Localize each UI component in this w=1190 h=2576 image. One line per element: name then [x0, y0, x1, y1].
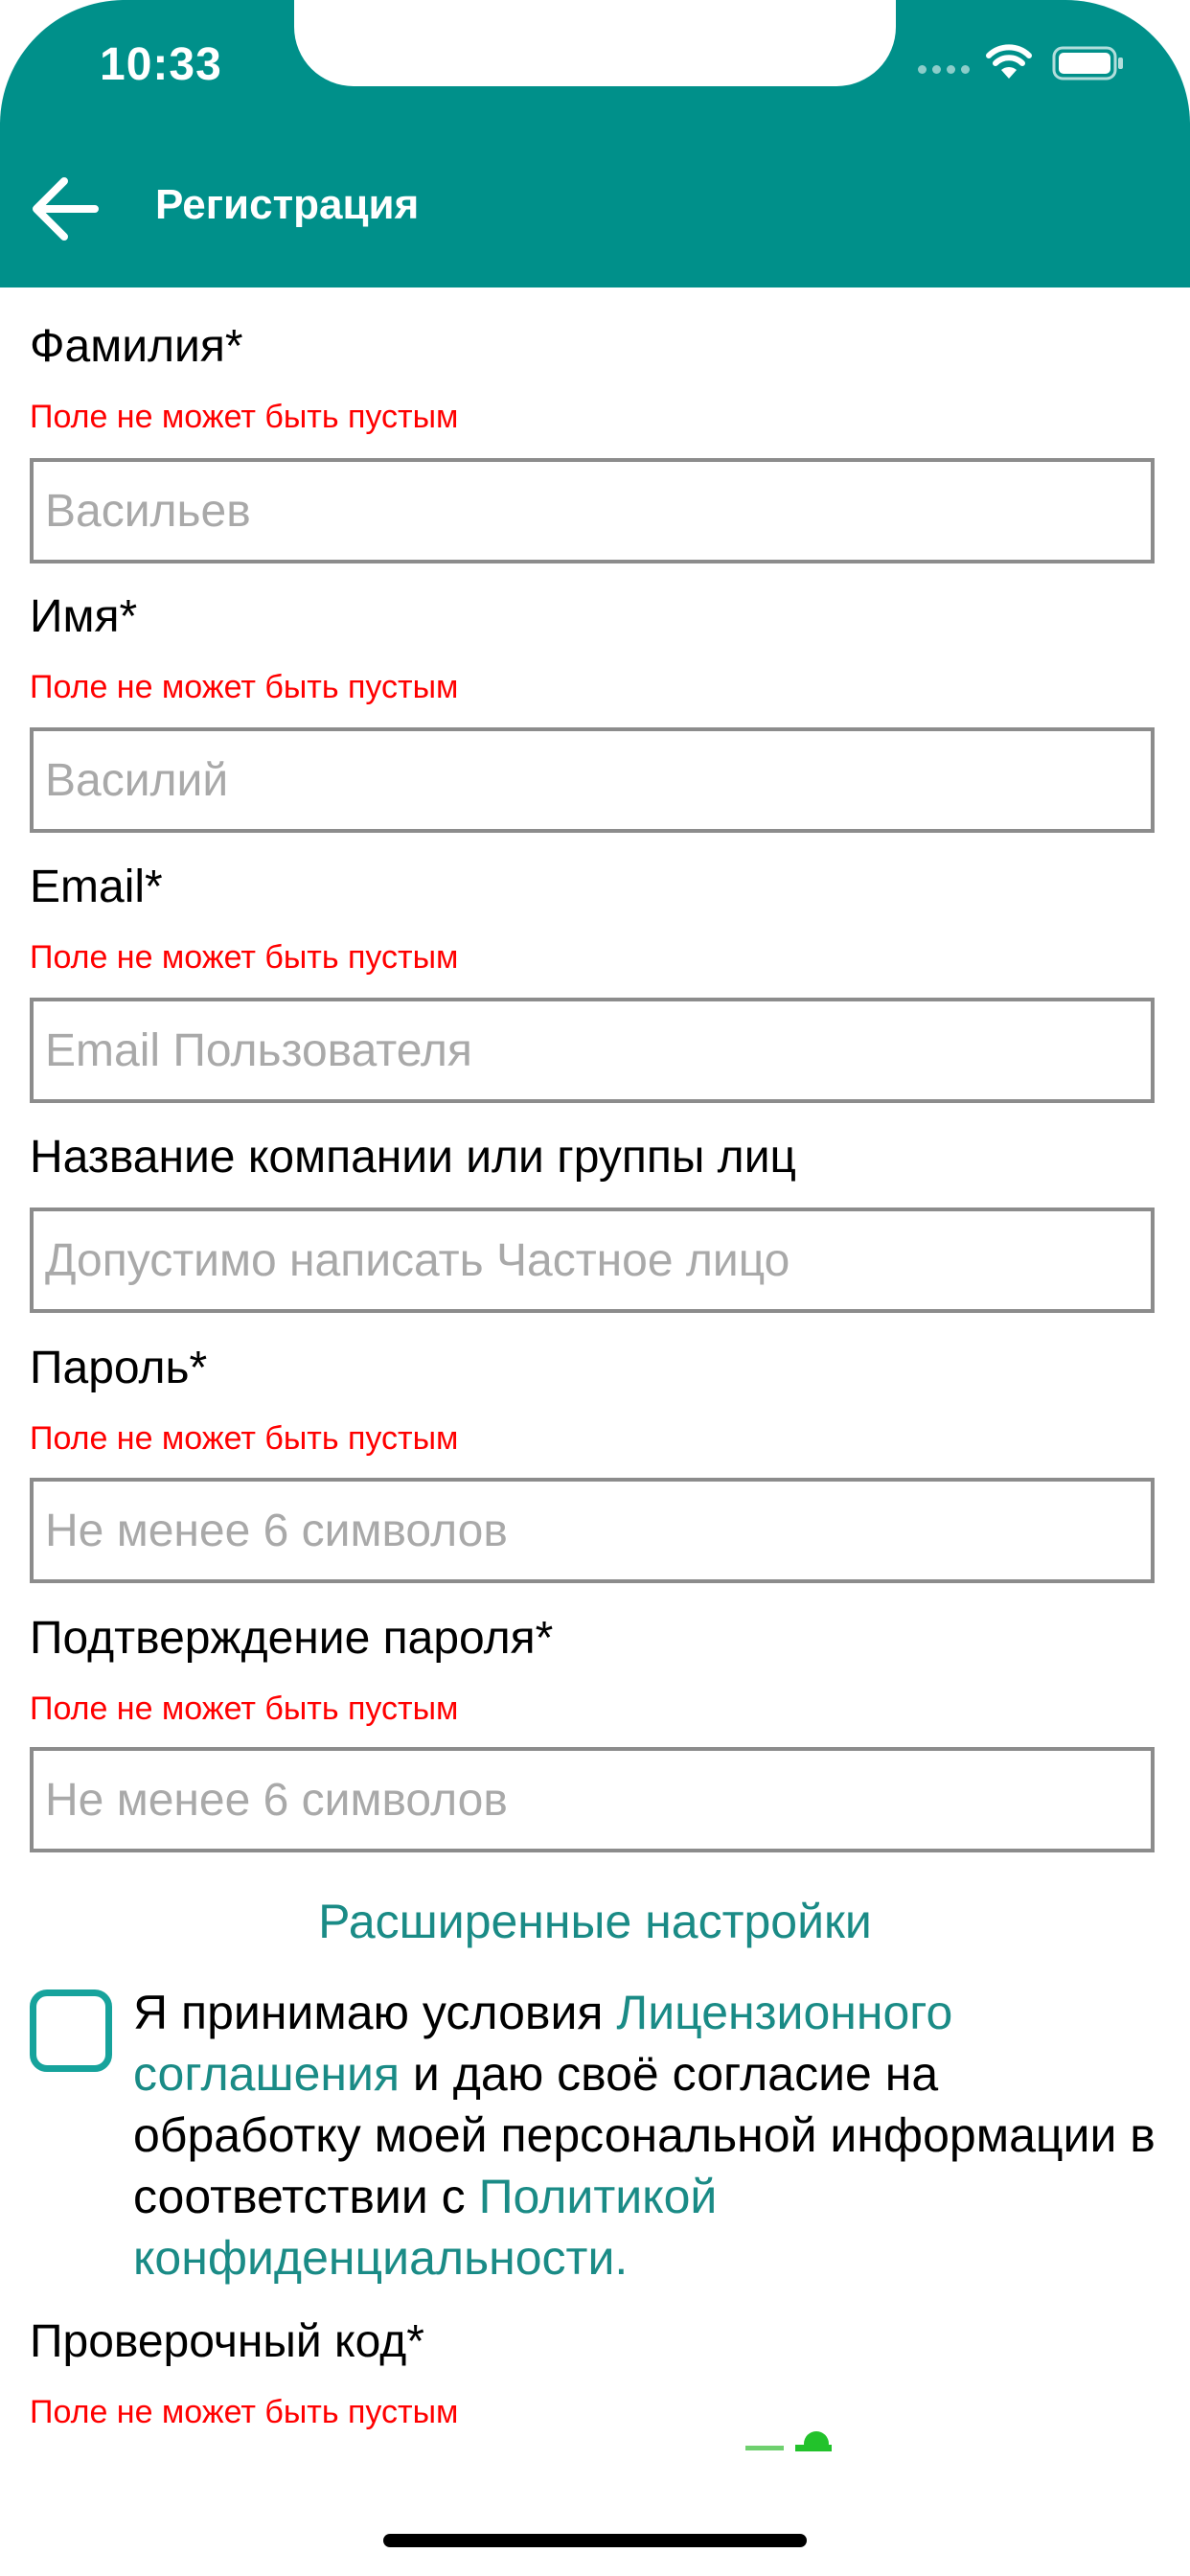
email-field[interactable]: [30, 998, 1155, 1103]
app-bar: 10:33 Регистрация: [0, 0, 1190, 288]
password-label: Пароль*: [30, 1343, 208, 1393]
company-input[interactable]: [34, 1211, 1151, 1309]
company-field[interactable]: [30, 1208, 1155, 1313]
device-notch: [294, 0, 896, 86]
status-time: 10:33: [100, 39, 222, 90]
back-button[interactable]: [21, 171, 107, 247]
battery-icon: [1052, 46, 1123, 80]
captcha-image: [745, 2431, 832, 2451]
last-name-label: Фамилия*: [30, 321, 243, 372]
captcha-error: Поле не может быть пустым: [30, 2394, 459, 2430]
password-input[interactable]: [34, 1482, 1151, 1579]
password-confirm-input[interactable]: [34, 1751, 1151, 1849]
email-label: Email*: [30, 862, 163, 912]
password-confirm-error: Поле не может быть пустым: [30, 1690, 459, 1727]
company-label: Название компании или группы лиц: [30, 1132, 796, 1183]
last-name-field[interactable]: [30, 458, 1155, 564]
first-name-input[interactable]: [34, 731, 1151, 829]
first-name-field[interactable]: [30, 727, 1155, 833]
cellular-signal-icon: [918, 65, 970, 74]
home-indicator: [383, 2534, 807, 2547]
password-error: Поле не может быть пустым: [30, 1420, 459, 1457]
password-confirm-label: Подтверждение пароля*: [30, 1613, 554, 1664]
first-name-error: Поле не может быть пустым: [30, 669, 459, 705]
wifi-icon: [986, 44, 1032, 79]
password-field[interactable]: [30, 1478, 1155, 1583]
email-error: Поле не может быть пустым: [30, 939, 459, 976]
consent-text-1: Я принимаю условия: [133, 1986, 617, 2039]
password-confirm-field[interactable]: [30, 1747, 1155, 1852]
consent-checkbox[interactable]: [30, 1990, 112, 2072]
first-name-label: Имя*: [30, 591, 138, 642]
consent-text: Я принимаю условия Лицензионного соглаше…: [133, 1982, 1163, 2288]
page-title: Регистрация: [155, 181, 420, 228]
captcha-label: Проверочный код*: [30, 2316, 424, 2367]
advanced-settings-link[interactable]: Расширенные настройки: [0, 1894, 1190, 1949]
back-arrow-icon: [33, 177, 99, 241]
email-input[interactable]: [34, 1001, 1151, 1099]
last-name-input[interactable]: [34, 462, 1151, 560]
last-name-error: Поле не может быть пустым: [30, 399, 459, 435]
